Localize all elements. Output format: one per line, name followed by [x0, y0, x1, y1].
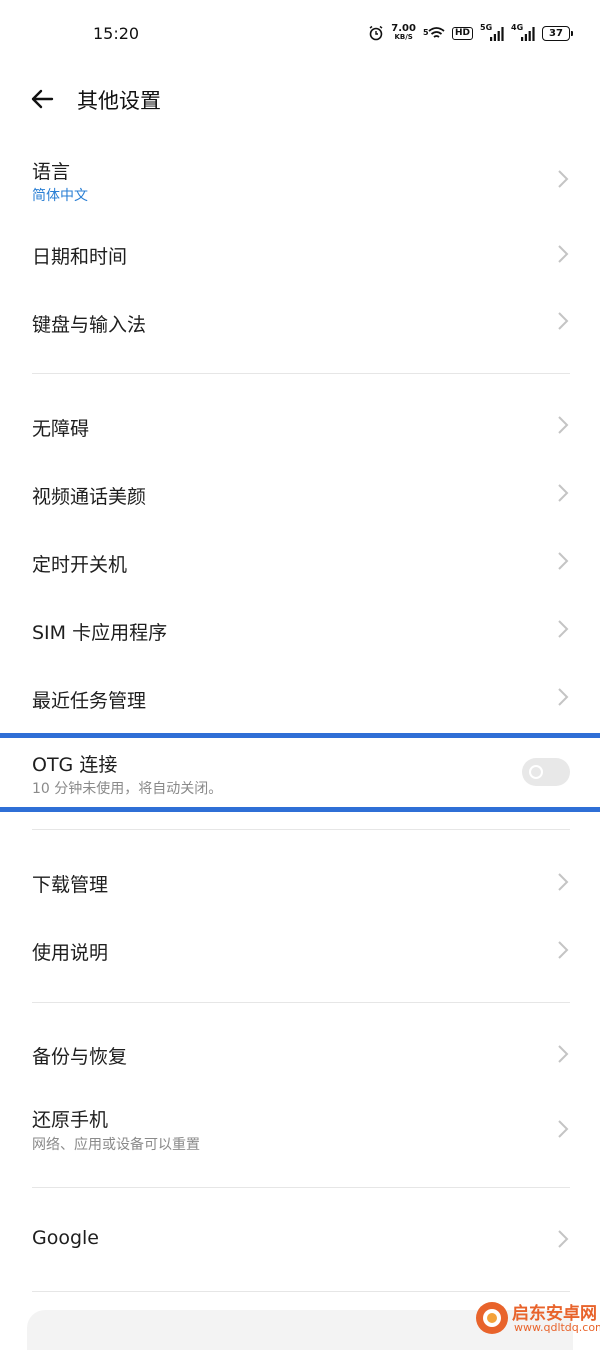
- setting-otg: OTG 连接 10 分钟未使用，将自动关闭。: [0, 740, 600, 806]
- section-divider: [32, 1187, 570, 1188]
- setting-label: 语言: [32, 161, 71, 183]
- setting-video-call-beauty[interactable]: 视频通话美颜: [0, 465, 600, 525]
- page-title: 其他设置: [77, 89, 161, 113]
- setting-label: 备份与恢复: [32, 1046, 128, 1068]
- watermark: 启东安卓网 www.qdltdq.com: [470, 1296, 600, 1340]
- watermark-url: www.qdltdq.com: [514, 1321, 600, 1334]
- chevron-right-icon: [558, 245, 569, 263]
- back-arrow-icon[interactable]: [28, 85, 56, 113]
- setting-label: 还原手机: [32, 1109, 109, 1131]
- signal-indicator-1: 5G: [480, 23, 504, 41]
- setting-label: Google: [32, 1227, 100, 1249]
- setting-sim-apps[interactable]: SIM 卡应用程序: [0, 601, 600, 661]
- setting-label: 最近任务管理: [32, 690, 147, 712]
- section-divider: [32, 1002, 570, 1003]
- setting-label: 日期和时间: [32, 246, 128, 268]
- setting-description: 10 分钟未使用，将自动关闭。: [32, 781, 223, 797]
- setting-date-time[interactable]: 日期和时间: [0, 225, 600, 285]
- setting-user-guide[interactable]: 使用说明: [0, 921, 600, 981]
- section-divider: [32, 829, 570, 830]
- signal-indicator-2: 4G: [511, 23, 535, 41]
- setting-label: 下载管理: [32, 874, 109, 896]
- setting-label: 定时开关机: [32, 554, 128, 576]
- network-speed: 7.00 KB/S: [391, 24, 416, 42]
- chevron-right-icon: [558, 552, 569, 570]
- signal-bars-icon: [521, 27, 535, 41]
- signal-bars-icon: [490, 27, 504, 41]
- section-divider: [32, 373, 570, 374]
- status-icons: 7.00 KB/S 5 HD 5G 4G 37: [368, 23, 573, 42]
- section-divider: [32, 1291, 570, 1292]
- setting-label: 视频通话美颜: [32, 486, 147, 508]
- chevron-right-icon: [558, 312, 569, 330]
- setting-accessibility[interactable]: 无障碍: [0, 397, 600, 457]
- setting-label: 键盘与输入法: [32, 314, 147, 336]
- highlight-bar-bottom: [0, 807, 600, 812]
- chevron-right-icon: [558, 416, 569, 434]
- setting-download-manager[interactable]: 下载管理: [0, 853, 600, 913]
- chevron-right-icon: [558, 941, 569, 959]
- wifi-icon: [428, 27, 445, 38]
- status-bar: 15:20 7.00 KB/S 5 HD 5G 4G 37: [0, 0, 600, 70]
- status-time: 15:20: [93, 24, 140, 43]
- setting-keyboard-input[interactable]: 键盘与输入法: [0, 293, 600, 353]
- wifi-indicator: 5: [423, 25, 445, 41]
- otg-toggle[interactable]: [522, 758, 570, 786]
- chevron-right-icon: [558, 620, 569, 638]
- chevron-right-icon: [558, 688, 569, 706]
- chevron-right-icon: [558, 170, 569, 188]
- setting-recent-tasks[interactable]: 最近任务管理: [0, 669, 600, 729]
- chevron-right-icon: [558, 873, 569, 891]
- network-speed-value: 7.00: [391, 23, 416, 34]
- chevron-right-icon: [558, 1120, 569, 1138]
- setting-description: 网络、应用或设备可以重置: [32, 1137, 200, 1153]
- chevron-right-icon: [558, 1045, 569, 1063]
- page-header: 其他设置: [0, 70, 600, 130]
- chevron-right-icon: [558, 1230, 569, 1248]
- setting-label: 无障碍: [32, 418, 90, 440]
- setting-label: OTG 连接: [32, 754, 118, 776]
- setting-label: 使用说明: [32, 942, 109, 964]
- chevron-right-icon: [558, 484, 569, 502]
- battery-level: 37: [549, 27, 563, 39]
- setting-value: 简体中文: [32, 188, 88, 204]
- network-speed-unit: KB/S: [394, 33, 413, 41]
- setting-label: SIM 卡应用程序: [32, 622, 168, 644]
- setting-google[interactable]: Google: [0, 1210, 600, 1270]
- toggle-knob: [529, 765, 543, 779]
- alarm-icon: [369, 25, 383, 41]
- watermark-logo: [476, 1302, 508, 1334]
- highlight-bar-top: [0, 733, 600, 738]
- setting-scheduled-power[interactable]: 定时开关机: [0, 533, 600, 593]
- setting-language[interactable]: 语言 简体中文: [0, 145, 600, 223]
- setting-backup-restore[interactable]: 备份与恢复: [0, 1025, 600, 1085]
- battery-icon: 37: [542, 25, 573, 41]
- hd-badge: HD: [451, 26, 473, 40]
- setting-reset-phone[interactable]: 还原手机 网络、应用或设备可以重置: [0, 1093, 600, 1169]
